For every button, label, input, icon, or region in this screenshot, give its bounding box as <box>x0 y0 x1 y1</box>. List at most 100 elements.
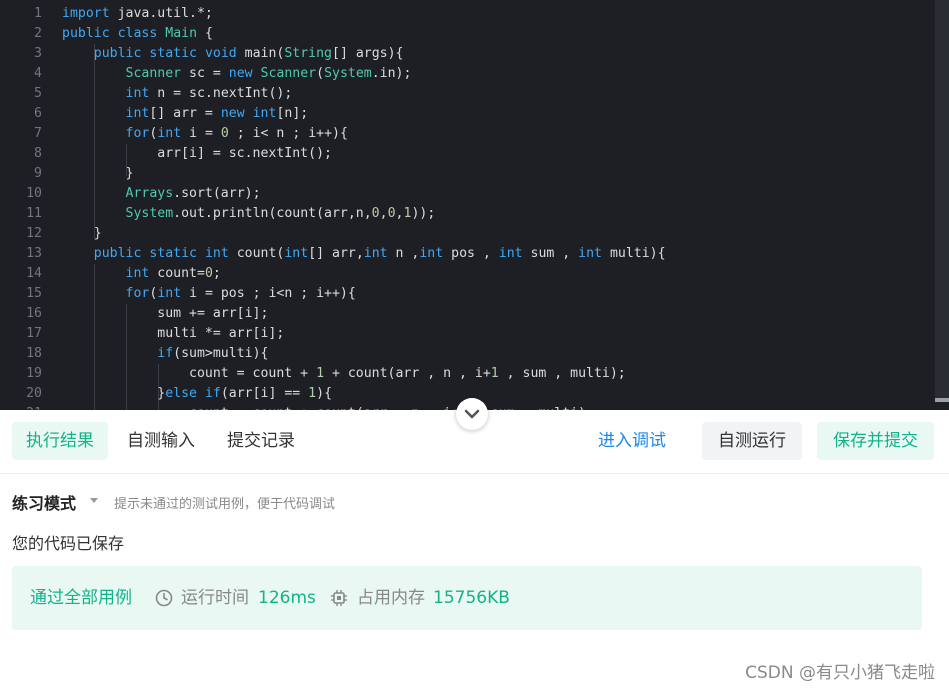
code-token: Scanner <box>260 66 317 81</box>
code-line[interactable]: 3 public static void main(String[] args)… <box>0 44 930 64</box>
collapse-editor-button[interactable] <box>456 398 488 430</box>
code-token: .sort(arr); <box>173 186 261 201</box>
line-number: 6 <box>34 106 42 121</box>
code-token: if <box>157 346 174 361</box>
chip-icon <box>330 566 350 630</box>
code-token: int <box>125 106 150 121</box>
code-line[interactable]: 16 sum += arr[i]; <box>0 304 930 324</box>
code-token: 0 <box>387 206 396 221</box>
code-line[interactable]: 1 import java.util.*; <box>0 4 930 24</box>
line-number: 14 <box>26 266 42 281</box>
code-token: multi *= arr[i]; <box>62 326 285 341</box>
code-text: import java.util.*; <box>62 4 213 24</box>
code-line[interactable]: 10 Arrays.sort(arr); <box>0 184 930 204</box>
code-line[interactable]: 13 public static int count(int[] arr,int… <box>0 244 930 264</box>
practice-mode-title[interactable]: 练习模式 <box>12 490 76 514</box>
code-line[interactable]: 12 } <box>0 224 930 244</box>
clock-icon <box>155 566 175 630</box>
tab-submission-history[interactable]: 提交记录 <box>227 422 295 460</box>
code-token: System <box>125 206 174 221</box>
code-token: if <box>204 386 221 401</box>
result-status: 通过全部用例 <box>30 588 132 608</box>
code-token: multi){ <box>602 246 666 261</box>
line-number: 8 <box>34 146 42 161</box>
code-line[interactable]: 11 System.out.println(count(arr,n,0,0,1)… <box>0 204 930 224</box>
code-line[interactable]: 8 arr[i] = sc.nextInt(); <box>0 144 930 164</box>
code-token: static <box>149 246 197 261</box>
code-token: arr[i] = sc.nextInt(); <box>62 146 332 161</box>
save-and-submit-button[interactable]: 保存并提交 <box>817 422 934 460</box>
code-token: Arrays <box>125 186 174 201</box>
code-token: sum , <box>522 246 579 261</box>
editor-scrollbar[interactable] <box>935 0 949 400</box>
code-token: java.util.*; <box>109 6 213 21</box>
code-text: sum += arr[i]; <box>62 304 268 324</box>
line-number: 4 <box>34 66 42 81</box>
code-token: n = sc.nextInt(); <box>149 86 293 101</box>
code-token: else <box>165 386 197 401</box>
code-token: } <box>62 166 134 181</box>
code-token: sc = <box>181 66 229 81</box>
code-token: [] arr = <box>149 106 221 121</box>
code-token: , <box>379 206 388 221</box>
line-number: 9 <box>34 166 42 181</box>
code-line[interactable]: 18 if(sum>multi){ <box>0 344 930 364</box>
code-text: arr[i] = sc.nextInt(); <box>62 144 332 164</box>
code-line[interactable]: 6 int[] arr = new int[n]; <box>0 104 930 124</box>
code-token: 0 <box>371 206 380 221</box>
code-text: } <box>62 224 102 244</box>
code-token: [] arr, <box>308 246 364 261</box>
code-line[interactable]: 17 multi *= arr[i]; <box>0 324 930 344</box>
code-line[interactable]: 19 count = count + 1 + count(arr , n , i… <box>0 364 930 384</box>
line-number: 20 <box>26 386 42 401</box>
code-token: + count(arr , n , i+ <box>324 366 491 381</box>
code-token: ( <box>316 66 325 81</box>
code-token: for <box>125 126 150 141</box>
code-token: int <box>284 246 309 261</box>
code-token: pos , <box>443 246 499 261</box>
code-editor[interactable]: 1 import java.util.*; 2 public class Main {… <box>0 0 949 410</box>
line-number: 11 <box>26 206 42 221</box>
code-token: int <box>204 246 229 261</box>
caret-down-icon[interactable] <box>90 498 98 503</box>
code-line[interactable]: 2 public class Main { <box>0 24 930 44</box>
enter-debug-button[interactable]: 进入调试 <box>582 422 682 460</box>
line-number: 15 <box>26 286 42 301</box>
line-number: 16 <box>26 306 42 321</box>
code-token: 1 <box>308 386 317 401</box>
code-line[interactable]: 15 for(int i = pos ; i<n ; i++){ <box>0 284 930 304</box>
code-text: int count=0; <box>62 264 221 284</box>
chevron-down-icon <box>464 409 480 419</box>
code-token: new <box>220 106 245 121</box>
code-token: .out.println(count(arr,n, <box>173 206 372 221</box>
tab-execution-result[interactable]: 执行结果 <box>12 422 108 460</box>
code-token: int <box>578 246 602 261</box>
self-run-button[interactable]: 自测运行 <box>702 422 802 460</box>
code-token: [] args){ <box>332 46 404 61</box>
tab-self-test-input[interactable]: 自测输入 <box>127 422 195 460</box>
code-token: n , <box>387 246 420 261</box>
code-text: int n = sc.nextInt(); <box>62 84 293 104</box>
code-token: int <box>125 266 150 281</box>
code-line[interactable]: 9 } <box>0 164 930 184</box>
code-line[interactable]: 5 int n = sc.nextInt(); <box>0 84 930 104</box>
code-line[interactable]: 14 int count=0; <box>0 264 930 284</box>
code-token: int <box>125 86 150 101</box>
code-token: int <box>363 246 388 261</box>
line-number: 3 <box>34 46 42 61</box>
code-line[interactable]: 4 Scanner sc = new Scanner(System.in); <box>0 64 930 84</box>
editor-scrollbar-thumb[interactable] <box>935 398 949 402</box>
code-text: multi *= arr[i]; <box>62 324 284 344</box>
code-token: sum += arr[i]; <box>62 306 269 321</box>
code-token: { <box>197 26 213 41</box>
code-line[interactable]: 7 for(int i = 0 ; i< n ; i++){ <box>0 124 930 144</box>
code-token: new <box>228 66 253 81</box>
